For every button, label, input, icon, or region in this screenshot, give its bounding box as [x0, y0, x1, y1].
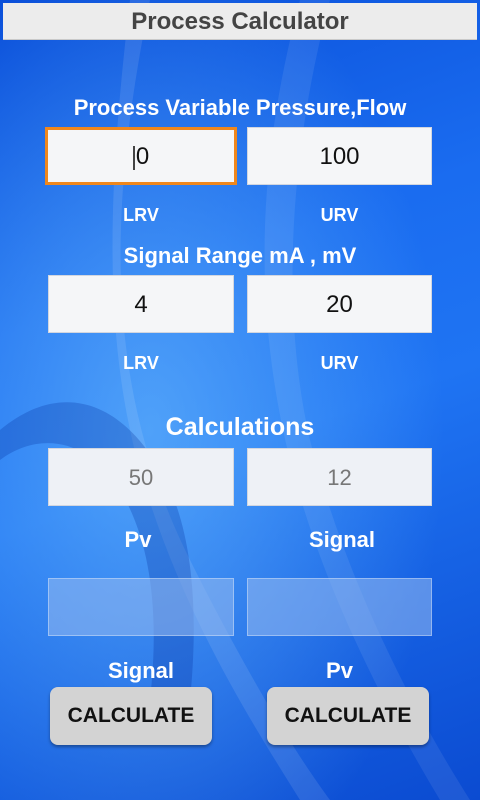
pv-lrv-label: LRV: [123, 205, 159, 225]
pv-result-field: [247, 578, 432, 636]
signal-input-label: Signal: [308, 527, 375, 552]
signal-range-heading: Signal Range mA , mV: [123, 243, 357, 268]
signal-urv-label: URV: [320, 353, 359, 373]
process-variable-heading: Process Variable Pressure,Flow: [73, 95, 407, 120]
pv-result-label: Pv: [326, 658, 353, 683]
pv-urv-input[interactable]: 100: [247, 127, 432, 185]
signal-lrv-input[interactable]: 4: [48, 275, 234, 333]
pv-input-label: Pv: [124, 527, 152, 552]
signal-to-pv-input[interactable]: 12: [247, 448, 432, 506]
signal-result-label: Signal: [107, 658, 174, 683]
calculations-heading: Calculations: [165, 413, 315, 441]
pv-urv-label: URV: [320, 205, 359, 225]
calculate-pv-button[interactable]: CALCULATE: [267, 687, 429, 745]
calculate-signal-button[interactable]: CALCULATE: [50, 687, 212, 745]
signal-result-field: [48, 578, 234, 636]
signal-urv-input[interactable]: 20: [247, 275, 432, 333]
pv-lrv-value: 0: [135, 143, 150, 170]
pv-lrv-input[interactable]: 0: [45, 127, 237, 185]
pv-hint-text: 50: [128, 465, 154, 490]
text-caret: [132, 145, 135, 170]
signal-lrv-label: LRV: [123, 353, 159, 373]
signal-hint-text: 12: [327, 465, 352, 490]
app-title-bar: Process Calculator: [3, 3, 477, 40]
app-title: Process Calculator: [131, 8, 349, 35]
pv-to-signal-input[interactable]: 50: [48, 448, 234, 506]
